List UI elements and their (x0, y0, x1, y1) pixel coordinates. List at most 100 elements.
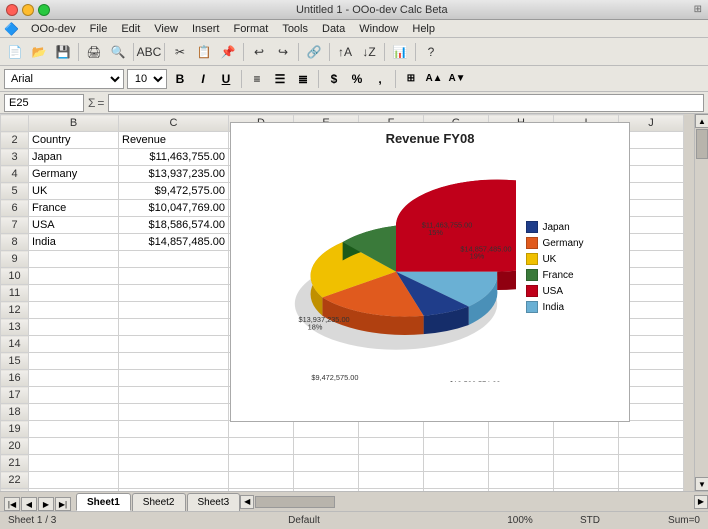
copy-button[interactable]: 📋 (193, 41, 215, 63)
open-button[interactable]: 📂 (28, 41, 50, 63)
cell-D21[interactable] (229, 455, 294, 472)
cell-B3[interactable]: Japan (29, 149, 119, 166)
cell-E21[interactable] (294, 455, 359, 472)
row-number[interactable]: 11 (1, 285, 29, 302)
cell-C11[interactable] (119, 285, 229, 302)
cell-H23[interactable] (489, 489, 554, 492)
sheet-tab-3[interactable]: Sheet3 (187, 493, 241, 511)
cell-D23[interactable] (229, 489, 294, 492)
cell-C12[interactable] (119, 302, 229, 319)
scroll-down-button[interactable]: ▼ (695, 477, 708, 491)
cell-C7[interactable]: $18,586,574.00 (119, 217, 229, 234)
comma-button[interactable]: , (370, 69, 390, 89)
preview-button[interactable]: 🔍 (107, 41, 129, 63)
col-header-B[interactable]: B (29, 115, 119, 132)
row-number[interactable]: 7 (1, 217, 29, 234)
cell-C17[interactable] (119, 387, 229, 404)
align-center-button[interactable]: ☰ (270, 69, 290, 89)
cell-F23[interactable] (359, 489, 424, 492)
cell-B17[interactable] (29, 387, 119, 404)
row-number[interactable]: 2 (1, 132, 29, 149)
vertical-scrollbar[interactable]: ▲ ▼ (694, 114, 708, 491)
cell-D22[interactable] (229, 472, 294, 489)
cell-I20[interactable] (554, 438, 619, 455)
row-number[interactable]: 16 (1, 370, 29, 387)
menu-item-edit[interactable]: Edit (115, 22, 146, 36)
function-wizard-icon[interactable]: Σ (88, 96, 95, 110)
cell-G19[interactable] (424, 421, 489, 438)
cell-E19[interactable] (294, 421, 359, 438)
sheet-tab-2[interactable]: Sheet2 (132, 493, 186, 511)
cell-F22[interactable] (359, 472, 424, 489)
cell-H21[interactable] (489, 455, 554, 472)
cell-I22[interactable] (554, 472, 619, 489)
cell-B6[interactable]: France (29, 200, 119, 217)
cell-D19[interactable] (229, 421, 294, 438)
menu-item-view[interactable]: View (148, 22, 184, 36)
row-number[interactable]: 4 (1, 166, 29, 183)
cell-G20[interactable] (424, 438, 489, 455)
cell-C5[interactable]: $9,472,575.00 (119, 183, 229, 200)
cell-E22[interactable] (294, 472, 359, 489)
cell-B12[interactable] (29, 302, 119, 319)
cell-C20[interactable] (119, 438, 229, 455)
cell-B9[interactable] (29, 251, 119, 268)
row-number[interactable]: 21 (1, 455, 29, 472)
col-header-C[interactable]: C (119, 115, 229, 132)
cell-B16[interactable] (29, 370, 119, 387)
cell-B2[interactable]: Country (29, 132, 119, 149)
window-controls[interactable] (6, 4, 50, 16)
cell-C22[interactable] (119, 472, 229, 489)
row-number[interactable]: 23 (1, 489, 29, 492)
percent-button[interactable]: % (347, 69, 367, 89)
cell-G21[interactable] (424, 455, 489, 472)
cell-B14[interactable] (29, 336, 119, 353)
tab-first-button[interactable]: |◀ (4, 497, 20, 511)
cell-D20[interactable] (229, 438, 294, 455)
menu-item-insert[interactable]: Insert (186, 22, 226, 36)
tab-nav-buttons[interactable]: |◀ ◀ ▶ ▶| (4, 497, 71, 511)
sort-asc-button[interactable]: ↑A (334, 41, 356, 63)
close-button[interactable] (6, 4, 18, 16)
menu-item-file[interactable]: File (84, 22, 114, 36)
row-number[interactable]: 12 (1, 302, 29, 319)
row-number[interactable]: 17 (1, 387, 29, 404)
cell-F21[interactable] (359, 455, 424, 472)
row-number[interactable]: 18 (1, 404, 29, 421)
cell-B8[interactable]: India (29, 234, 119, 251)
cell-J19[interactable] (619, 421, 684, 438)
formula-input[interactable] (108, 94, 704, 112)
h-scroll-thumb[interactable] (255, 496, 335, 508)
font-selector[interactable]: Arial (4, 69, 124, 89)
row-number[interactable]: 22 (1, 472, 29, 489)
cell-B5[interactable]: UK (29, 183, 119, 200)
menu-item-window[interactable]: Window (353, 22, 404, 36)
cell-G23[interactable] (424, 489, 489, 492)
h-scroll-area[interactable]: ◀ ▶ (240, 492, 708, 511)
row-number[interactable]: 13 (1, 319, 29, 336)
align-left-button[interactable]: ≡ (247, 69, 267, 89)
cell-C15[interactable] (119, 353, 229, 370)
maximize-button[interactable] (38, 4, 50, 16)
tab-last-button[interactable]: ▶| (55, 497, 71, 511)
cell-C8[interactable]: $14,857,485.00 (119, 234, 229, 251)
cell-C18[interactable] (119, 404, 229, 421)
cell-B13[interactable] (29, 319, 119, 336)
save-button[interactable]: 💾 (52, 41, 74, 63)
cell-C19[interactable] (119, 421, 229, 438)
tab-next-button[interactable]: ▶ (38, 497, 54, 511)
scroll-left-button[interactable]: ◀ (240, 495, 254, 509)
row-number[interactable]: 8 (1, 234, 29, 251)
cell-F19[interactable] (359, 421, 424, 438)
menu-item-help[interactable]: Help (406, 22, 441, 36)
cell-H19[interactable] (489, 421, 554, 438)
cell-B21[interactable] (29, 455, 119, 472)
new-button[interactable]: 📄 (4, 41, 26, 63)
cell-J22[interactable] (619, 472, 684, 489)
sort-desc-button[interactable]: ↓Z (358, 41, 380, 63)
chart-button[interactable]: 📊 (389, 41, 411, 63)
row-number[interactable]: 9 (1, 251, 29, 268)
cell-C14[interactable] (119, 336, 229, 353)
align-right-button[interactable]: ≣ (293, 69, 313, 89)
scroll-track[interactable] (695, 128, 708, 477)
